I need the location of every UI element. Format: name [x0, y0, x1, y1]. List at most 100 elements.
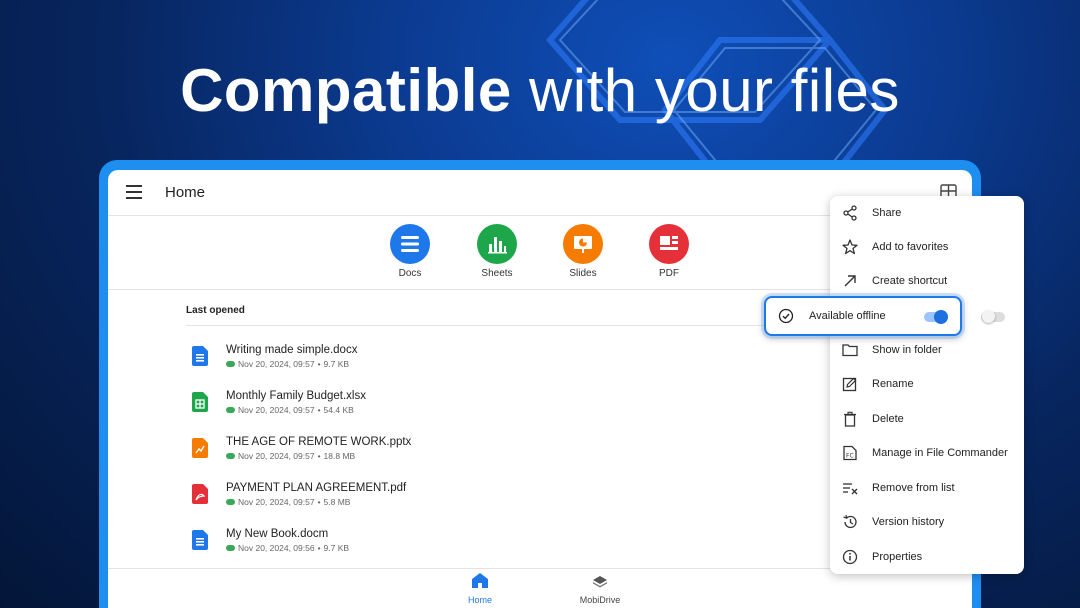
- context-menu: Share Add to favorites Create shortcut S…: [830, 196, 1024, 574]
- trash-icon: [844, 411, 856, 427]
- cloud-synced-icon: [226, 545, 235, 551]
- docs-icon: [390, 224, 430, 264]
- sheets-icon: [477, 224, 517, 264]
- file-meta: Nov 20, 2024, 09:56 • 9.7 KB: [226, 543, 349, 553]
- pdf-icon: [649, 224, 689, 264]
- list-item[interactable]: PAYMENT PLAN AGREEMENT.pdf Nov 20, 2024,…: [192, 480, 792, 520]
- list-item[interactable]: Writing made simple.docx Nov 20, 2024, 0…: [192, 342, 792, 382]
- menu-item-label: Properties: [872, 551, 923, 563]
- file-size: 18.8 MB: [323, 451, 356, 461]
- file-meta: Nov 20, 2024, 09:57 • 54.4 KB: [226, 405, 354, 415]
- file-name: THE AGE OF REMOTE WORK.pptx: [226, 436, 412, 448]
- mobidrive-icon: [593, 576, 607, 588]
- menu-item-properties[interactable]: Properties: [830, 541, 1024, 573]
- meta-separator: •: [317, 359, 321, 369]
- file-meta: Nov 20, 2024, 09:57 • 9.7 KB: [226, 359, 349, 369]
- cloud-synced-icon: [226, 453, 235, 459]
- list-item[interactable]: Monthly Family Budget.xlsx Nov 20, 2024,…: [192, 388, 792, 428]
- menu-item-manage-in-file-commander[interactable]: FC Manage in File Commander: [830, 437, 1024, 469]
- star-icon: [842, 239, 858, 255]
- available-offline-toggle[interactable]: [924, 310, 948, 324]
- file-size: 9.7 KB: [323, 543, 350, 553]
- share-icon: [843, 205, 857, 221]
- section-divider: [186, 325, 846, 326]
- nav-mobidrive[interactable]: MobiDrive: [570, 573, 630, 605]
- offline-label: Available offline: [809, 310, 886, 322]
- app-docs[interactable]: Docs: [375, 224, 445, 279]
- rename-icon: [842, 377, 857, 392]
- history-icon: [843, 514, 857, 529]
- menu-item-label: Remove from list: [872, 482, 955, 494]
- menu-item-label: Delete: [872, 413, 904, 425]
- file-name: Writing made simple.docx: [226, 344, 358, 356]
- sheet-file-icon: [192, 392, 208, 412]
- folder-icon: [842, 344, 858, 357]
- doc-file-icon: [192, 346, 208, 366]
- menu-item-label: Version history: [872, 516, 945, 528]
- file-name: Monthly Family Budget.xlsx: [226, 390, 366, 402]
- app-label: Slides: [569, 268, 597, 279]
- cloud-synced-icon: [226, 407, 235, 413]
- file-size: 5.8 MB: [323, 497, 351, 507]
- offline-toggle-switch[interactable]: [981, 310, 1005, 323]
- offline-check-icon: [778, 308, 794, 324]
- list-item[interactable]: My New Book.docm Nov 20, 2024, 09:56 • 9.7…: [192, 526, 792, 566]
- menu-item-version-history[interactable]: Version history: [830, 506, 1024, 538]
- menu-item-label: Share: [872, 207, 902, 219]
- slide-file-icon: [192, 438, 208, 458]
- app-slides[interactable]: Slides: [548, 224, 618, 279]
- menu-item-label: Add to favorites: [872, 241, 949, 253]
- file-name: PAYMENT PLAN AGREEMENT.pdf: [226, 482, 407, 494]
- menu-item-label: Manage in File Commander: [872, 447, 1008, 459]
- menu-item-delete[interactable]: Delete: [830, 403, 1024, 435]
- cloud-synced-icon: [226, 361, 235, 367]
- app-label: PDF: [659, 268, 679, 279]
- app-label: Sheets: [481, 268, 513, 279]
- app-label: Docs: [398, 268, 422, 279]
- file-meta: Nov 20, 2024, 09:57 • 5.8 MB: [226, 497, 350, 507]
- meta-separator: •: [317, 497, 321, 507]
- menu-item-show-in-folder[interactable]: Show in folder: [830, 334, 1024, 366]
- file-date: Nov 20, 2024, 09:57: [238, 497, 315, 507]
- headline-rest: with your files: [528, 57, 900, 124]
- meta-separator: •: [317, 405, 321, 415]
- menu-item-label: Rename: [872, 378, 914, 390]
- app-pdf[interactable]: PDF: [634, 224, 704, 279]
- file-commander-icon: FC: [843, 445, 857, 461]
- home-icon: [472, 573, 488, 588]
- file-date: Nov 20, 2024, 09:56: [238, 543, 315, 553]
- file-name: My New Book.docm: [226, 528, 329, 540]
- pdf-file-icon: [192, 484, 208, 504]
- bottom-navigation: Home MobiDrive: [108, 568, 972, 608]
- headline: Compatible with your files: [0, 56, 1080, 125]
- meta-separator: •: [317, 543, 321, 553]
- slides-icon: [563, 224, 603, 264]
- svg-text:FC: FC: [846, 453, 854, 460]
- menu-item-create-shortcut[interactable]: Create shortcut: [830, 265, 1024, 297]
- file-size: 54.4 KB: [323, 405, 354, 415]
- menu-item-rename[interactable]: Rename: [830, 368, 1024, 400]
- section-title-last-opened: Last opened: [186, 305, 245, 316]
- menu-item-remove-from-list[interactable]: Remove from list: [830, 472, 1024, 504]
- hamburger-menu-icon[interactable]: [126, 185, 142, 199]
- shortcut-arrow-icon: [844, 275, 856, 287]
- menu-item-label: Create shortcut: [872, 275, 948, 287]
- app-sheets[interactable]: Sheets: [462, 224, 532, 279]
- menu-item-share[interactable]: Share: [830, 197, 1024, 229]
- file-date: Nov 20, 2024, 09:57: [238, 451, 315, 461]
- menu-item-label: Show in folder: [872, 344, 942, 356]
- file-meta: Nov 20, 2024, 09:57 • 18.8 MB: [226, 451, 355, 461]
- page-title: Home: [165, 184, 206, 201]
- info-icon: [842, 549, 858, 565]
- meta-separator: •: [317, 451, 321, 461]
- list-item[interactable]: THE AGE OF REMOTE WORK.pptx Nov 20, 2024…: [192, 434, 792, 474]
- nav-home[interactable]: Home: [450, 573, 510, 605]
- headline-bold: Compatible: [180, 57, 512, 124]
- menu-item-available-offline[interactable]: Available offline: [764, 296, 962, 336]
- file-size: 9.7 KB: [323, 359, 350, 369]
- nav-label: Home: [467, 595, 492, 605]
- menu-item-add-to-favorites[interactable]: Add to favorites: [830, 231, 1024, 263]
- remove-from-list-icon: [843, 483, 858, 495]
- file-date: Nov 20, 2024, 09:57: [238, 405, 315, 415]
- nav-label: MobiDrive: [579, 595, 621, 605]
